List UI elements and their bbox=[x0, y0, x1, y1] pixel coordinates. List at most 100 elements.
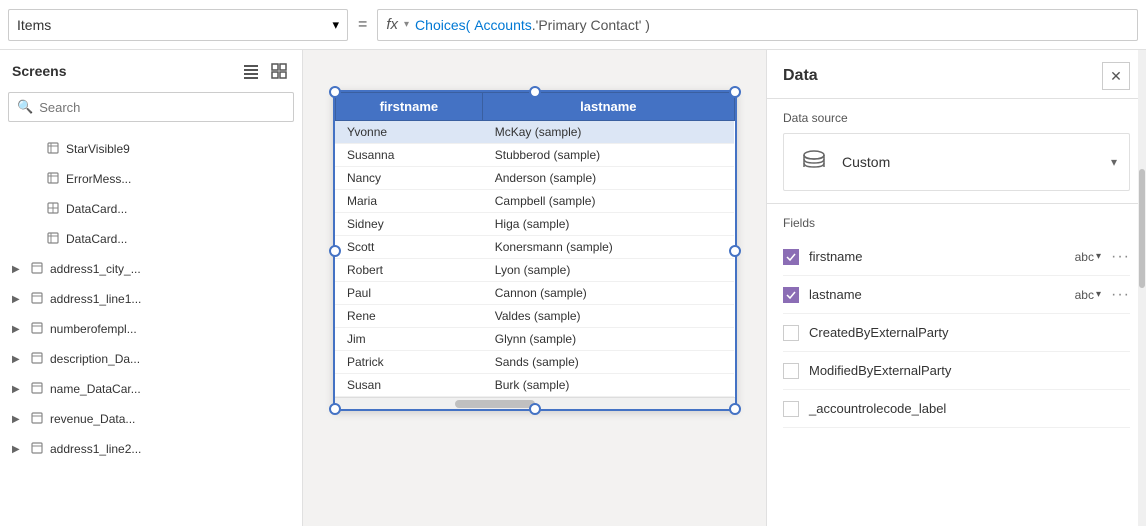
items-select[interactable]: Items ▾ bbox=[8, 9, 348, 41]
field-type-1[interactable]: abc▾ bbox=[1075, 288, 1101, 302]
sidebar-tree-item-4[interactable]: ▶ address1_city_... bbox=[0, 254, 302, 284]
chevron-icon: ▶ bbox=[12, 414, 24, 425]
database-icon bbox=[796, 144, 832, 180]
cell-lastname: Sands (sample) bbox=[483, 351, 734, 374]
right-scrollbar[interactable] bbox=[1138, 50, 1146, 526]
fields-section: Fields firstnameabc▾···lastnameabc▾···Cr… bbox=[767, 204, 1146, 526]
item-label: address1_city_... bbox=[50, 262, 141, 276]
field-more-0[interactable]: ··· bbox=[1111, 248, 1130, 266]
handle-bl[interactable] bbox=[329, 403, 341, 415]
table-row[interactable]: ReneValdes (sample) bbox=[335, 305, 734, 328]
table-row[interactable]: ScottKonersmann (sample) bbox=[335, 236, 734, 259]
chevron-icon: ▶ bbox=[12, 324, 24, 335]
handle-bm[interactable] bbox=[529, 403, 541, 415]
table-row[interactable]: PaulCannon (sample) bbox=[335, 282, 734, 305]
field-checkbox-4[interactable] bbox=[783, 401, 799, 417]
field-checkbox-2[interactable] bbox=[783, 325, 799, 341]
cell-lastname: Konersmann (sample) bbox=[483, 236, 734, 259]
datasource-chevron-icon: ▾ bbox=[1111, 155, 1117, 169]
item-icon bbox=[30, 261, 44, 278]
sidebar-tree-item-5[interactable]: ▶ address1_line1... bbox=[0, 284, 302, 314]
field-item-0: firstnameabc▾··· bbox=[783, 238, 1130, 276]
item-label: address1_line2... bbox=[50, 442, 141, 456]
sidebar-tree-item-1[interactable]: ErrorMess... bbox=[0, 164, 302, 194]
cell-firstname: Sidney bbox=[335, 213, 483, 236]
field-name-2: CreatedByExternalParty bbox=[809, 325, 1130, 340]
handle-tl[interactable] bbox=[329, 86, 341, 98]
table-row[interactable]: SidneyHiga (sample) bbox=[335, 213, 734, 236]
sidebar-tree-item-6[interactable]: ▶ numberofempl... bbox=[0, 314, 302, 344]
handle-tm[interactable] bbox=[529, 86, 541, 98]
table-row[interactable]: NancyAnderson (sample) bbox=[335, 167, 734, 190]
search-box: 🔍 bbox=[8, 92, 294, 122]
item-icon bbox=[30, 441, 44, 458]
search-icon: 🔍 bbox=[17, 99, 33, 115]
item-icon bbox=[30, 381, 44, 398]
list-view-icon[interactable] bbox=[240, 60, 262, 82]
table-col-lastname: lastname bbox=[483, 93, 734, 121]
cell-lastname: Higa (sample) bbox=[483, 213, 734, 236]
item-label: revenue_Data... bbox=[50, 412, 135, 426]
data-table-wrapper[interactable]: firstnamelastname YvonneMcKay (sample)Su… bbox=[333, 90, 737, 411]
cell-firstname: Patrick bbox=[335, 351, 483, 374]
item-icon bbox=[46, 141, 60, 158]
table-row[interactable]: SusannaStubberod (sample) bbox=[335, 144, 734, 167]
field-checkbox-0[interactable] bbox=[783, 249, 799, 265]
sidebar-tree-item-8[interactable]: ▶name_DataCar... bbox=[0, 374, 302, 404]
cell-firstname: Rene bbox=[335, 305, 483, 328]
field-item-1: lastname abc▾ ··· bbox=[783, 276, 1130, 314]
field-type-0[interactable]: abc▾ bbox=[1075, 250, 1101, 264]
top-bar: Items ▾ = fx ▾ Choices( Accounts.'Primar… bbox=[0, 0, 1146, 50]
table-row[interactable]: JimGlynn (sample) bbox=[335, 328, 734, 351]
table-col-firstname: firstname bbox=[335, 93, 483, 121]
field-checkbox-1[interactable] bbox=[783, 287, 799, 303]
cell-firstname: Scott bbox=[335, 236, 483, 259]
items-select-text: Items bbox=[17, 17, 51, 33]
field-item-3: ModifiedByExternalParty bbox=[783, 352, 1130, 390]
datasource-section: Data source Custom ▾ bbox=[767, 99, 1146, 204]
grid-view-icon[interactable] bbox=[268, 60, 290, 82]
field-checkbox-3[interactable] bbox=[783, 363, 799, 379]
datasource-name: Custom bbox=[842, 154, 1101, 170]
item-icon bbox=[30, 411, 44, 428]
sidebar-tree-item-7[interactable]: ▶description_Da... bbox=[0, 344, 302, 374]
handle-br[interactable] bbox=[729, 403, 741, 415]
item-label: ErrorMess... bbox=[66, 172, 131, 186]
item-label: DataCard... bbox=[66, 202, 127, 216]
item-label: StarVisible9 bbox=[66, 142, 130, 156]
field-more-1[interactable]: ··· bbox=[1111, 286, 1130, 304]
table-row[interactable]: MariaCampbell (sample) bbox=[335, 190, 734, 213]
table-row[interactable]: SusanBurk (sample) bbox=[335, 374, 734, 397]
item-label: address1_line1... bbox=[50, 292, 141, 306]
sidebar-tree-item-2[interactable]: DataCard... bbox=[0, 194, 302, 224]
cell-lastname: Lyon (sample) bbox=[483, 259, 734, 282]
item-icon bbox=[30, 351, 44, 368]
items-select-chevron: ▾ bbox=[332, 17, 339, 33]
close-button[interactable]: ✕ bbox=[1102, 62, 1130, 90]
table-row[interactable]: RobertLyon (sample) bbox=[335, 259, 734, 282]
cell-lastname: Anderson (sample) bbox=[483, 167, 734, 190]
right-panel: Data ✕ Data source Custom ▾ bbox=[766, 50, 1146, 526]
sidebar-icons bbox=[240, 60, 290, 82]
table-row[interactable]: PatrickSands (sample) bbox=[335, 351, 734, 374]
datasource-item[interactable]: Custom ▾ bbox=[783, 133, 1130, 191]
chevron-icon: ▶ bbox=[12, 294, 24, 305]
chevron-icon: ▶ bbox=[12, 264, 24, 275]
handle-tr[interactable] bbox=[729, 86, 741, 98]
formula-bar[interactable]: fx ▾ Choices( Accounts.'Primary Contact'… bbox=[377, 9, 1138, 41]
item-label: numberofempl... bbox=[50, 322, 137, 336]
sidebar-tree-item-9[interactable]: ▶ revenue_Data... bbox=[0, 404, 302, 434]
handle-ml[interactable] bbox=[329, 245, 341, 257]
field-name-1: lastname bbox=[809, 287, 1065, 302]
search-input[interactable] bbox=[39, 100, 285, 115]
sidebar-tree-item-3[interactable]: DataCard... bbox=[0, 224, 302, 254]
item-icon bbox=[46, 201, 60, 218]
field-item-4: _accountrolecode_label bbox=[783, 390, 1130, 428]
field-name-4: _accountrolecode_label bbox=[809, 401, 1130, 416]
table-row[interactable]: YvonneMcKay (sample) bbox=[335, 121, 734, 144]
formula-text: Choices( Accounts.'Primary Contact' ) bbox=[415, 17, 650, 33]
cell-firstname: Yvonne bbox=[335, 121, 483, 144]
sidebar-tree-item-10[interactable]: ▶address1_line2... bbox=[0, 434, 302, 464]
sidebar-tree-item-0[interactable]: StarVisible9 bbox=[0, 134, 302, 164]
handle-mr[interactable] bbox=[729, 245, 741, 257]
